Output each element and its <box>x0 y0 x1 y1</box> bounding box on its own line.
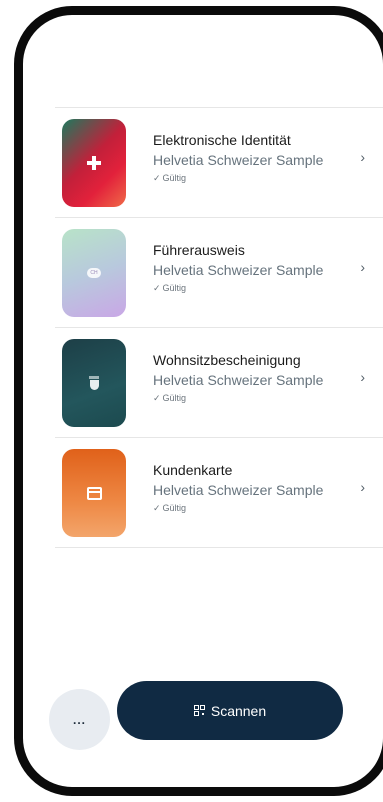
credential-title: Führerausweis <box>153 242 245 258</box>
phone-frame: Elektronische Identität Helvetia Schweiz… <box>14 6 383 796</box>
swiss-cross-icon <box>87 156 101 170</box>
check-icon: ✓ <box>153 393 161 403</box>
credential-thumbnail-eid <box>62 119 126 207</box>
scan-button-label: Scannen <box>210 702 267 719</box>
credential-issuer: Helvetia Schweizer Sample <box>153 372 324 388</box>
credential-status-text: Gültig <box>162 503 187 513</box>
credential-status: ✓ Gültig <box>153 172 343 184</box>
chevron-right-icon: › <box>360 369 365 385</box>
credential-status-text: Gültig <box>162 283 187 293</box>
credential-row-eid[interactable]: Elektronische Identität Helvetia Schweiz… <box>55 108 383 218</box>
credential-row-license[interactable]: CH Führerausweis Helvetia Schweizer Samp… <box>55 218 383 328</box>
qr-code-icon <box>193 705 205 716</box>
credential-row-residence[interactable]: Wohnsitzbescheinigung Helvetia Schweizer… <box>55 328 383 438</box>
shop-icon <box>86 486 102 500</box>
credential-status: ✓ Gültig <box>153 502 343 514</box>
credential-title: Wohnsitzbescheinigung <box>153 352 301 368</box>
chevron-right-icon: › <box>360 479 365 495</box>
more-button[interactable]: ... <box>49 689 110 750</box>
bern-crest-icon <box>89 376 99 390</box>
credential-issuer: Helvetia Schweizer Sample <box>153 152 324 168</box>
chevron-right-icon: › <box>360 259 365 275</box>
ch-badge-icon: CH <box>87 268 101 278</box>
credential-thumbnail-residence <box>62 339 126 427</box>
credential-title: Kundenkarte <box>153 462 233 478</box>
credential-row-customer-card[interactable]: Kundenkarte Helvetia Schweizer Sample ✓ G… <box>55 438 383 548</box>
credential-thumbnail-customer-card <box>62 449 126 537</box>
credential-status: ✓ Gültig <box>153 392 343 404</box>
scan-button[interactable]: Scannen <box>117 681 343 740</box>
check-icon: ✓ <box>153 283 161 293</box>
credential-status-text: Gültig <box>162 393 187 403</box>
credential-issuer: Helvetia Schweizer Sample <box>153 262 324 278</box>
credential-title: Elektronische Identität <box>153 132 291 148</box>
chevron-right-icon: › <box>360 149 365 165</box>
credential-list: Elektronische Identität Helvetia Schweiz… <box>23 108 383 548</box>
credential-status-text: Gültig <box>162 173 187 183</box>
credential-status: ✓ Gültig <box>153 282 343 294</box>
credential-issuer: Helvetia Schweizer Sample <box>153 482 324 498</box>
credential-thumbnail-license: CH <box>62 229 126 317</box>
check-icon: ✓ <box>153 503 161 513</box>
check-icon: ✓ <box>153 173 161 183</box>
